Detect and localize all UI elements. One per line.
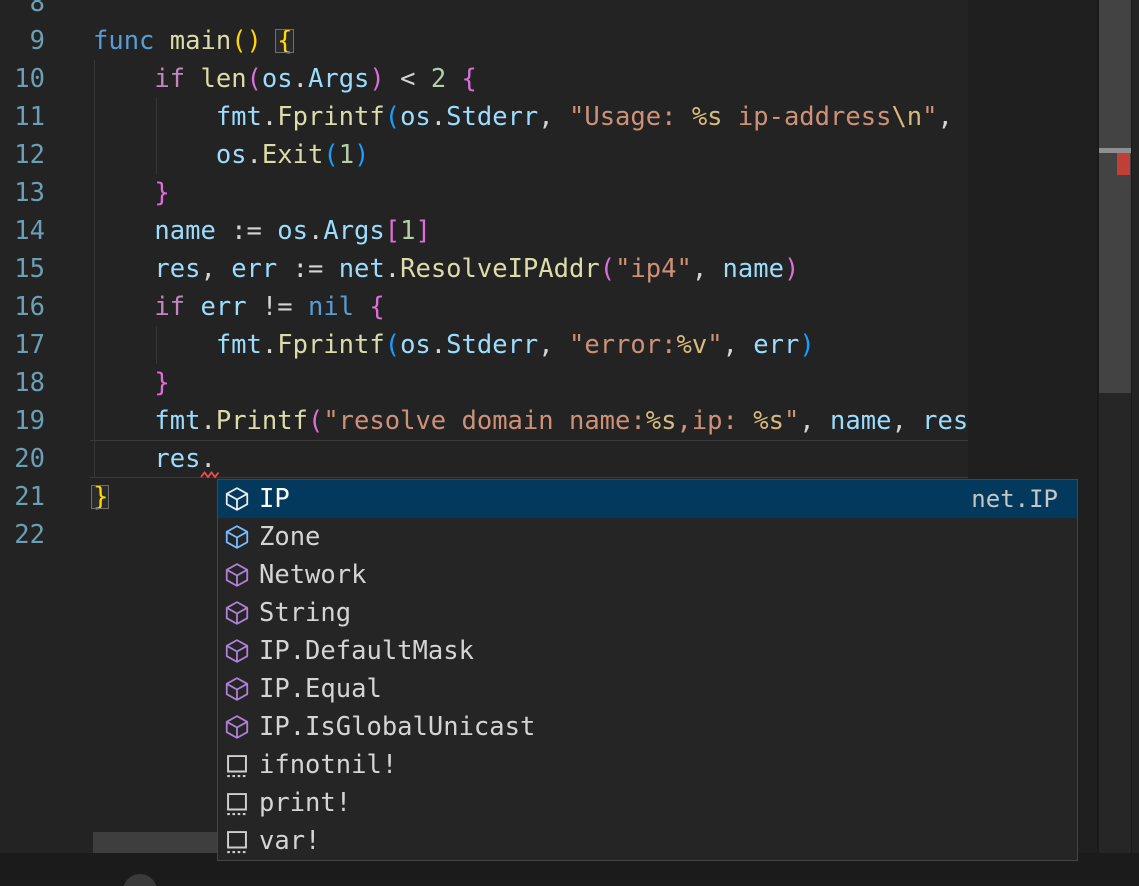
line-number[interactable]: 10: [0, 60, 45, 98]
line-number[interactable]: 8: [0, 0, 45, 22]
suggest-widget: IP net.IP Zone Network String IP.DefaultMask I…: [217, 479, 1078, 861]
code-text: }: [45, 478, 108, 516]
code-line[interactable]: 9func main() {: [0, 22, 968, 60]
code-text: name := os.Args[1]: [45, 212, 431, 250]
cube-icon: [224, 486, 250, 512]
code-text: [45, 0, 93, 22]
code-text: [45, 516, 93, 554]
line-number[interactable]: 13: [0, 174, 45, 212]
code-text: }: [45, 174, 170, 212]
snippet-icon: [224, 790, 250, 816]
cube-icon: [224, 600, 250, 626]
code-text: res.: [45, 440, 216, 478]
code-line[interactable]: 20 res.: [0, 440, 968, 478]
suggest-detail: net.IP: [971, 485, 1077, 513]
code-text: fmt.Printf("resolve domain name:%s,ip: %…: [45, 402, 968, 440]
suggest-item-network[interactable]: Network: [218, 556, 1077, 594]
code-line[interactable]: 19 fmt.Printf("resolve domain name:%s,ip…: [0, 402, 968, 440]
code-line[interactable]: 13 }: [0, 174, 968, 212]
suggest-label: IP.IsGlobalUnicast: [259, 712, 535, 742]
suggest-list: IP net.IP Zone Network String IP.DefaultMask I…: [218, 480, 1077, 860]
bottom-circle-widget: [123, 874, 157, 886]
line-number[interactable]: 12: [0, 136, 45, 174]
code-text: if len(os.Args) < 2 {: [45, 60, 477, 98]
vscode-editor: 89func main() {10 if len(os.Args) < 2 {1…: [0, 0, 1139, 886]
code-line[interactable]: 14 name := os.Args[1]: [0, 212, 968, 250]
code-text: fmt.Fprintf(os.Stderr, "error:%v", err): [45, 326, 815, 364]
cube-icon: [224, 676, 250, 702]
snippet-icon: [224, 752, 250, 778]
line-number[interactable]: 18: [0, 364, 45, 402]
code-lines: 89func main() {10 if len(os.Args) < 2 {1…: [0, 0, 968, 554]
code-line[interactable]: 10 if len(os.Args) < 2 {: [0, 60, 968, 98]
code-text: if err != nil {: [45, 288, 385, 326]
bracket-match: }: [93, 482, 108, 512]
suggest-item-print-[interactable]: print!: [218, 784, 1077, 822]
suggest-label: Zone: [259, 522, 320, 552]
right-edge-strip: [1131, 0, 1139, 853]
suggest-item-ifnotnil-[interactable]: ifnotnil!: [218, 746, 1077, 784]
code-text: os.Exit(1): [45, 136, 369, 174]
line-number[interactable]: 14: [0, 212, 45, 250]
error-squiggle: [200, 470, 222, 479]
vertical-scrollbar[interactable]: [1099, 0, 1131, 853]
code-line[interactable]: 18 }: [0, 364, 968, 402]
suggest-item-ip-equal[interactable]: IP.Equal: [218, 670, 1077, 708]
suggest-item-ip-isglobalunicast[interactable]: IP.IsGlobalUnicast: [218, 708, 1077, 746]
code-line[interactable]: 15 res, err := net.ResolveIPAddr("ip4", …: [0, 250, 968, 288]
suggest-label: var!: [259, 826, 320, 856]
suggest-item-ip[interactable]: IP net.IP: [218, 480, 1077, 518]
line-number[interactable]: 20: [0, 440, 45, 478]
overview-error-marker: [1117, 153, 1130, 175]
suggest-label: IP: [259, 484, 290, 514]
code-line[interactable]: 12 os.Exit(1): [0, 136, 968, 174]
suggest-label: print!: [259, 788, 351, 818]
line-number[interactable]: 17: [0, 326, 45, 364]
cube-icon: [224, 638, 250, 664]
line-number[interactable]: 19: [0, 402, 45, 440]
suggest-label: String: [259, 598, 351, 628]
code-text: func main() {: [45, 22, 293, 60]
code-text: res, err := net.ResolveIPAddr("ip4", nam…: [45, 250, 799, 288]
suggest-item-string[interactable]: String: [218, 594, 1077, 632]
line-number[interactable]: 21: [0, 478, 45, 516]
suggest-label: Network: [259, 560, 366, 590]
horizontal-scrollbar-thumb[interactable]: [93, 832, 218, 853]
suggest-label: ifnotnil!: [259, 750, 397, 780]
code-text: }: [45, 364, 170, 402]
suggest-item-var-[interactable]: var!: [218, 822, 1077, 860]
snippet-icon: [224, 828, 250, 854]
line-number[interactable]: 15: [0, 250, 45, 288]
bracket-match: {: [277, 26, 292, 56]
code-line[interactable]: 11 fmt.Fprintf(os.Stderr, "Usage: %s ip-…: [0, 98, 968, 136]
suggest-label: IP.DefaultMask: [259, 636, 474, 666]
suggest-label: IP.Equal: [259, 674, 382, 704]
line-number[interactable]: 11: [0, 98, 45, 136]
cube-icon: [224, 524, 250, 550]
line-number[interactable]: 9: [0, 22, 45, 60]
line-number[interactable]: 16: [0, 288, 45, 326]
code-line[interactable]: 16 if err != nil {: [0, 288, 968, 326]
code-line[interactable]: 8: [0, 0, 968, 22]
suggest-item-zone[interactable]: Zone: [218, 518, 1077, 556]
code-text: fmt.Fprintf(os.Stderr, "Usage: %s ip-add…: [45, 98, 953, 136]
vertical-scrollbar-thumb[interactable]: [1099, 0, 1131, 393]
suggest-item-ip-defaultmask[interactable]: IP.DefaultMask: [218, 632, 1077, 670]
code-line[interactable]: 17 fmt.Fprintf(os.Stderr, "error:%v", er…: [0, 326, 968, 364]
cube-icon: [224, 714, 250, 740]
cube-icon: [224, 562, 250, 588]
line-number[interactable]: 22: [0, 516, 45, 554]
